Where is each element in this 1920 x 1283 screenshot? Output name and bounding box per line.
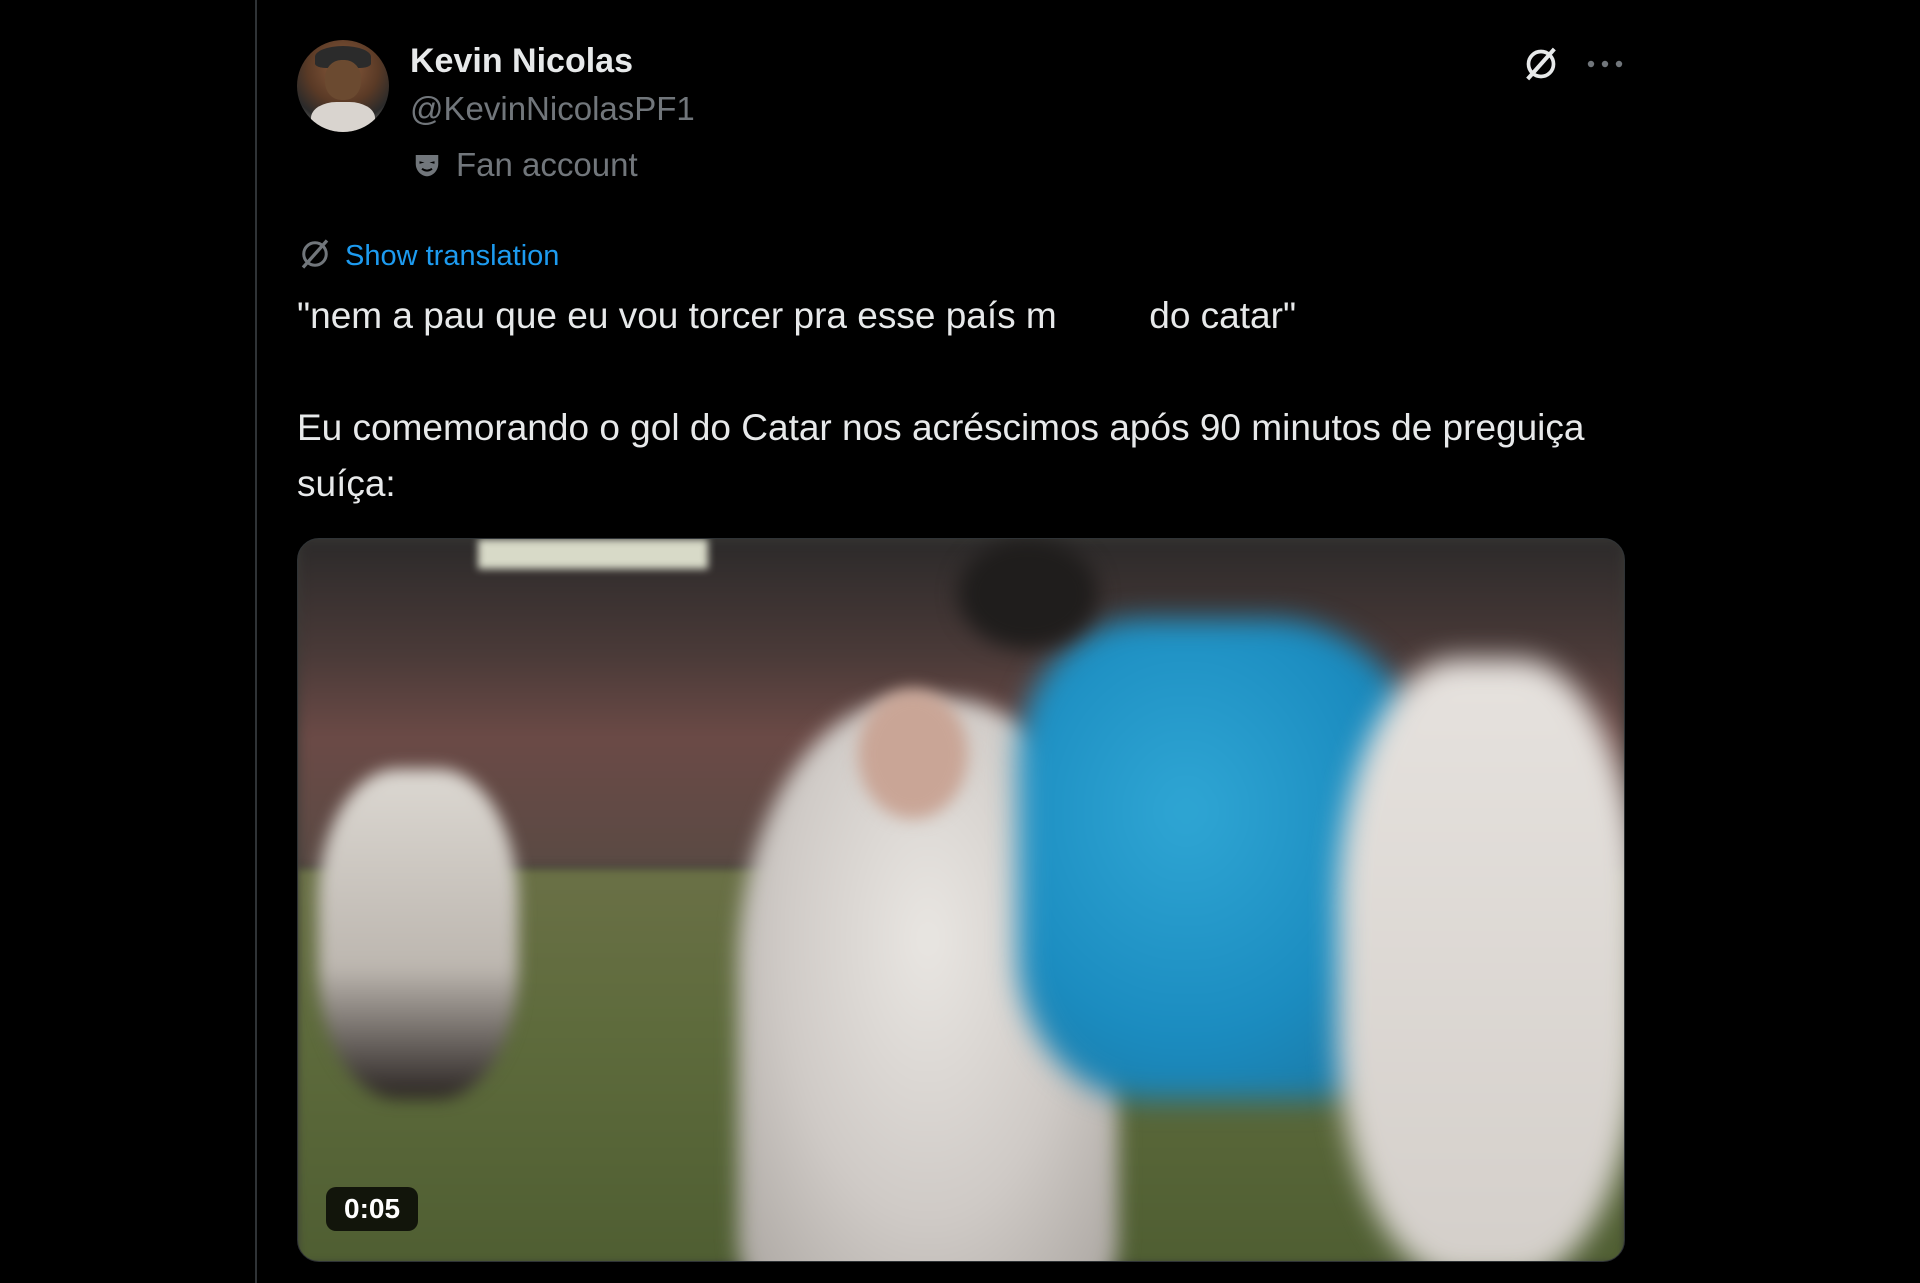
video-player[interactable]: 0:05 [297, 538, 1625, 1262]
avatar-shirt [311, 102, 375, 132]
video-frame-player [1338, 659, 1624, 1261]
grok-icon[interactable] [1517, 40, 1565, 88]
tweet: Kevin Nicolas @KevinNicolasPF1 Fan accou… [257, 0, 1920, 1283]
left-sidebar-divider [0, 0, 257, 1283]
tweet-text-line-2: Eu comemorando o gol do Catar nos acrésc… [297, 407, 1595, 504]
fan-account-text: Fan account [456, 146, 638, 183]
fan-account-label: Fan account [412, 146, 638, 184]
video-frame-player-head [858, 689, 968, 819]
video-duration-badge: 0:05 [326, 1187, 419, 1231]
video-frame-player [318, 769, 518, 1099]
show-translation-label[interactable]: Show translation [345, 240, 559, 273]
author-handle[interactable]: @KevinNicolasPF1 [410, 90, 695, 128]
author-name[interactable]: Kevin Nicolas [410, 42, 633, 81]
avatar[interactable] [297, 40, 389, 132]
tweet-text: "nem a pau que eu vou torcer pra esse pa… [297, 288, 1637, 512]
video-frame-player-head [958, 539, 1098, 649]
video-frame-light [478, 539, 708, 569]
tweet-text-line-1: "nem a pau que eu vou torcer pra esse pa… [297, 295, 1297, 336]
more-horizontal-icon[interactable] [1581, 40, 1629, 88]
show-translation-button[interactable]: Show translation [297, 236, 559, 277]
translate-icon [297, 236, 333, 277]
mask-icon [412, 150, 442, 180]
avatar-face [325, 60, 361, 100]
